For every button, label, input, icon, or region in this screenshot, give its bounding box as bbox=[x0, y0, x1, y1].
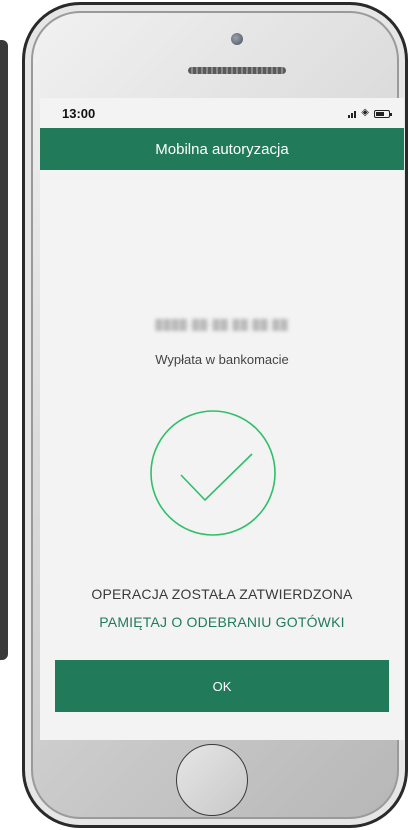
operation-status: OPERACJA ZOSTAŁA ZATWIERDZONA bbox=[91, 586, 353, 602]
signal-icon bbox=[348, 111, 357, 118]
front-camera bbox=[231, 33, 243, 45]
battery-icon bbox=[374, 110, 392, 118]
earpiece-speaker bbox=[188, 67, 286, 74]
phone-screen: 13:00 ◈ Mobilna autoryzacja ████-██-██ █… bbox=[40, 98, 404, 740]
page-title: Mobilna autoryzacja bbox=[155, 140, 289, 158]
status-bar: 13:00 ◈ bbox=[40, 98, 404, 128]
authorization-content: ████-██-██ ██:██:██ Wypłata w bankomacie… bbox=[40, 170, 404, 740]
ok-button[interactable]: OK bbox=[55, 660, 389, 712]
adjacent-device-edge bbox=[0, 40, 8, 660]
operation-label: Wypłata w bankomacie bbox=[155, 352, 289, 367]
checkmark-circle-icon bbox=[150, 410, 276, 536]
app-header: Mobilna autoryzacja bbox=[40, 128, 404, 170]
status-time: 13:00 bbox=[62, 105, 96, 121]
home-button[interactable] bbox=[176, 744, 248, 816]
transaction-timestamp-redacted: ████-██-██ ██:██:██ bbox=[155, 320, 289, 331]
cash-reminder: PAMIĘTAJ O ODEBRANIU GOTÓWKI bbox=[99, 614, 345, 630]
status-icons: ◈ bbox=[348, 107, 392, 118]
wifi-icon: ◈ bbox=[361, 107, 369, 118]
